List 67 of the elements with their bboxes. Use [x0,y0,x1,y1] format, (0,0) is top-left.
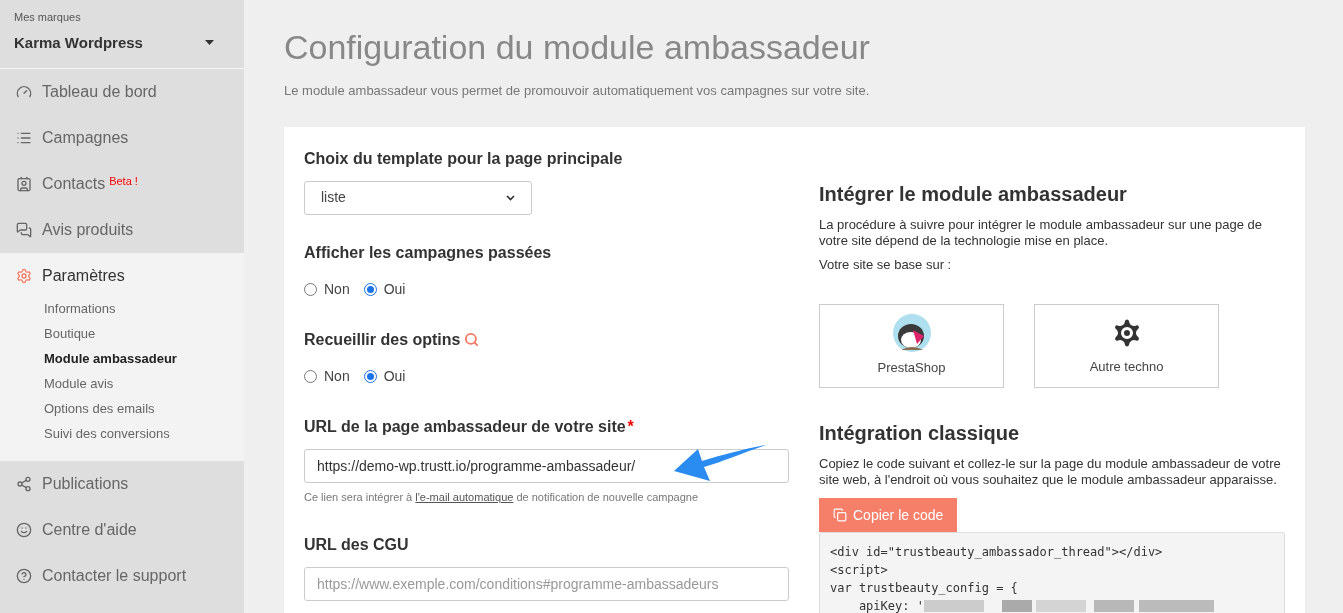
nav-label: Tableau de bord [42,82,157,102]
prompt-text: Votre site se base sur : [819,255,953,274]
help-text: Ce lien sera intégrer à l'e-mail automatique de notification de nouvelle campagne [304,489,700,505]
section-title: Intégrer le module ambassadeur [819,181,1128,207]
help-icon [16,568,32,584]
technology-option[interactable]: Autre techno [1034,304,1219,388]
section-description: Copiez le code suivant et collez-le sur la page du module ambassadeur de votre site web, à l'endroit où vous souhaitez que le module ambassadeur apparaisse. [819,456,1282,488]
nav-label: Contacter le support [42,566,187,586]
radio-option[interactable]: Oui [363,278,406,300]
nav-label: Publications [42,474,129,494]
nav-label: Avis produits [42,220,134,240]
beta-tag: Beta ! [109,172,138,190]
nav-item[interactable]: Centre d'aide [0,507,244,553]
chat-bubbles-icon [16,222,32,238]
code-line: var trustbeauty_config = { [830,580,1018,597]
brand-selector[interactable]: Karma Wordpress [14,31,230,54]
field-label: Afficher les campagnes passées [304,242,552,263]
radio-option[interactable]: Oui [363,365,406,387]
copy-icon [833,508,847,522]
field-label: URL de la page ambassadeur de votre site [304,416,626,437]
nav-item[interactable]: Avis produits [0,207,244,253]
code-line: apiKey: ' [857,598,924,613]
field-label: URL des CGU [304,535,409,555]
field-label: Choix du template pour la page principale [304,148,623,169]
puffin-logo-icon [892,314,931,353]
radio-option[interactable]: Non [304,365,350,387]
dashboard-icon [16,84,32,100]
section-title: Intégration classique [819,421,1021,446]
radio-button[interactable] [304,282,317,296]
radio-option[interactable]: Non [304,278,350,300]
list-icon [16,130,32,146]
brand-label: Mes marques [14,10,82,25]
url-field[interactable]: https://demo-wp.trustt.io/programme-ambassadeur/ [304,448,789,483]
contact-card-icon [16,176,32,192]
submenu-item[interactable]: Suivi des conversions [0,424,244,449]
share-icon [16,476,32,492]
code-line: <script> [830,562,888,579]
smiley-icon [16,522,32,538]
nav-label: Campagnes [42,128,129,148]
radio-button[interactable] [304,369,317,383]
nav-label: Contacts [42,174,106,194]
submenu-item[interactable]: Informations [0,299,244,324]
email-link[interactable]: l'e-mail automatique [415,490,514,503]
code-line: <div id="trustbeauty_ambassador_thread"></div> [830,544,1163,561]
page-title: Configuration du module ambassadeur [284,27,871,68]
submenu-item[interactable]: Boutique [0,324,244,349]
nav-item[interactable]: Contacts Beta ! [0,161,244,207]
nav-item[interactable]: Paramètres [0,253,244,299]
chevron-down-icon [506,194,515,201]
nav-item[interactable]: Campagnes [0,115,244,161]
submenu-item[interactable]: Module avis [0,374,244,399]
nav-label: Paramètres [42,266,125,286]
template-select[interactable]: liste [304,180,532,215]
submenu-item[interactable]: Module ambassadeur [0,349,244,374]
gears-icon [16,268,32,284]
submenu-item[interactable]: Options des emails [0,399,244,424]
nav-item[interactable]: Publications [0,461,244,507]
required-asterisk: * [627,416,634,437]
caret-icon [205,40,214,46]
nav-item[interactable]: Tableau de bord [0,69,244,115]
field-label: Recueillir des optins [304,329,461,350]
url-field[interactable]: https://www.exemple.com/conditions#programme-ambassadeurs [304,567,789,601]
nav-label: Centre d'aide [42,520,137,540]
page-subtitle: Le module ambassadeur vous permet de promouvoir automatiquement vos campagnes sur votre site. [284,82,871,100]
nav-item[interactable]: Contacter le support [0,553,244,599]
technology-option[interactable]: PrestaShop [819,304,1004,388]
section-description: La procédure à suivre pour intégrer le module ambassadeur sur une page de votre site dépend de la technologie mise en place. [819,216,1263,249]
